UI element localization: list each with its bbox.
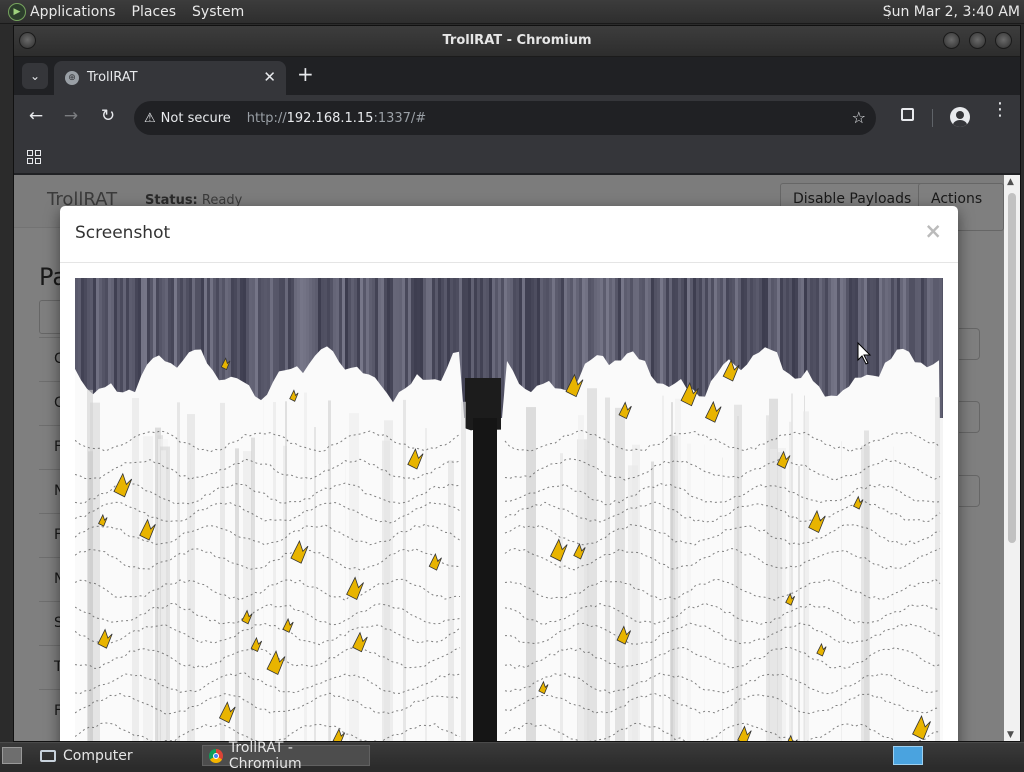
screenshot-modal: Screenshot × <box>60 206 958 741</box>
tab-strip: ⌄ ⊕ TrollRAT ✕ + <box>14 57 1020 95</box>
url-scheme: http:// <box>246 110 287 126</box>
toolbar-separator <box>932 109 933 127</box>
modal-header: Screenshot × <box>60 206 958 263</box>
window-close-button[interactable] <box>995 32 1012 49</box>
apps-grid-icon[interactable] <box>27 150 41 164</box>
back-arrow-icon[interactable]: ← <box>24 106 48 126</box>
tab-trollrat[interactable]: ⊕ TrollRAT ✕ <box>54 61 286 95</box>
new-tab-plus-icon[interactable]: + <box>297 64 314 84</box>
chevron-down-icon: ⌄ <box>29 69 41 83</box>
forward-arrow-icon[interactable]: → <box>59 106 83 126</box>
window-title: TrollRAT - Chromium <box>442 33 592 48</box>
kebab-menu-icon[interactable]: ⋮ <box>991 101 1009 119</box>
distro-logo-icon[interactable]: ▶ <box>8 2 26 21</box>
glitched-screenshot-graphic <box>75 278 943 741</box>
page-scrollbar[interactable]: ▲ ▼ <box>1004 175 1020 741</box>
tab-title: TrollRAT <box>87 70 138 85</box>
security-chip[interactable]: ⚠ Not secure <box>144 106 241 130</box>
profile-account-icon[interactable] <box>950 107 970 127</box>
window-minimize-button[interactable] <box>943 32 960 49</box>
computer-icon <box>40 749 56 762</box>
chromium-icon <box>209 748 223 763</box>
taskbar-item-label: Computer <box>63 747 133 764</box>
bookmark-star-icon[interactable]: ☆ <box>852 108 866 127</box>
security-label: Not secure <box>160 110 231 126</box>
taskbar-item-computer[interactable]: Computer <box>34 745 194 766</box>
warning-triangle-icon: ⚠ <box>144 110 156 126</box>
screenshot-image <box>75 278 943 741</box>
panel-menu-system[interactable]: System <box>192 4 244 20</box>
panel-menu-places[interactable]: Places <box>132 4 177 20</box>
window-titlebar[interactable]: TrollRAT - Chromium <box>14 26 1020 57</box>
url-text[interactable]: http://192.168.1.15:1337/# <box>247 111 426 126</box>
browser-window: TrollRAT - Chromium ⌄ ⊕ TrollRAT ✕ + ← →… <box>13 25 1021 742</box>
reload-icon[interactable]: ↻ <box>96 106 120 126</box>
workspace-switcher[interactable] <box>893 746 923 765</box>
window-maximize-button[interactable] <box>969 32 986 49</box>
desktop-taskbar: Computer TrollRAT - Chromium <box>0 740 1024 772</box>
panel-menu-applications[interactable]: Applications <box>30 4 116 20</box>
url-path: :1337/# <box>373 110 427 126</box>
desktop-top-panel: ▶ Applications Places System Sun Mar 2, … <box>0 0 1024 24</box>
show-desktop-icon[interactable] <box>2 747 22 764</box>
address-bar[interactable]: ⚠ Not secure http://192.168.1.15:1337/# … <box>134 101 876 135</box>
extensions-puzzle-icon[interactable] <box>901 108 914 121</box>
page-viewport: TrollRAT Status: Ready Disable Payloads … <box>14 175 1004 741</box>
scrollbar-thumb[interactable] <box>1008 193 1016 543</box>
globe-icon: ⊕ <box>65 71 79 85</box>
panel-clock[interactable]: Sun Mar 2, 3:40 AM <box>883 4 1020 20</box>
taskbar-item-label: TrollRAT - Chromium <box>228 739 302 772</box>
tab-close-icon[interactable]: ✕ <box>263 68 276 86</box>
scroll-up-arrow-icon[interactable]: ▲ <box>1007 177 1014 187</box>
taskbar-item-chromium[interactable]: TrollRAT - Chromium <box>202 740 370 772</box>
bookmarks-bar <box>14 141 1020 174</box>
modal-close-icon[interactable]: × <box>924 219 942 243</box>
modal-title: Screenshot <box>75 223 171 243</box>
scroll-down-arrow-icon[interactable]: ▼ <box>1007 730 1014 740</box>
tab-search-button[interactable]: ⌄ <box>22 63 48 89</box>
url-host: 192.168.1.15 <box>286 110 374 126</box>
browser-toolbar: ← → ↻ ⚠ Not secure http://192.168.1.15:1… <box>14 95 1020 141</box>
